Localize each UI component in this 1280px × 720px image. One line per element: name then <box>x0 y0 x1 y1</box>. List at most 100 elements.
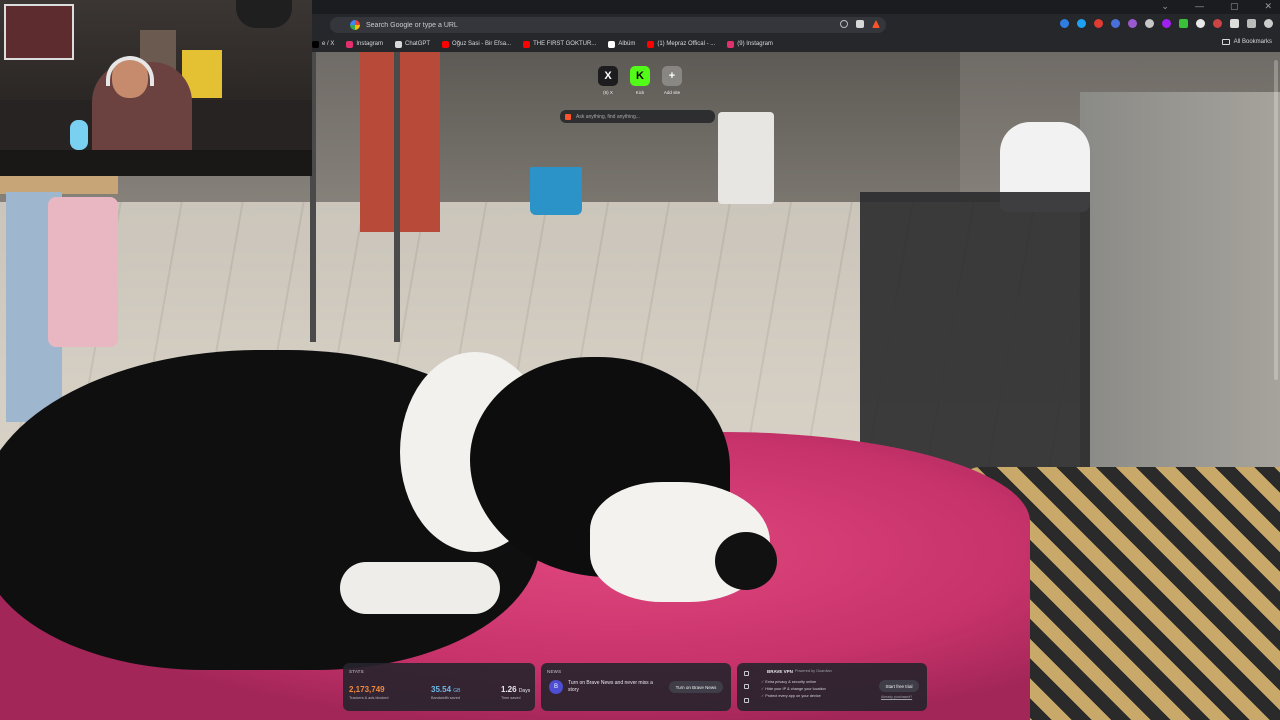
top-site-tile[interactable]: K Kick <box>630 66 650 95</box>
vpn-powered-by: Powered by Guardian <box>795 669 832 673</box>
bookmark-item[interactable]: Oğuz Sasi - Bir Efsa... <box>442 40 512 48</box>
puzzle-icon[interactable] <box>1196 19 1205 28</box>
news-card: NEWS B Turn on Brave News and never miss… <box>541 663 731 711</box>
bookmark-label: Albüm <box>618 41 636 47</box>
bandwidth-stat: 35.54 GB Bandwidth saved <box>431 685 461 700</box>
top-site-icon: X <box>598 66 618 86</box>
top-sites: X (6) X K Kick + Add site <box>598 66 682 95</box>
instagram-icon <box>346 40 354 48</box>
top-site-label: Kick <box>635 90 645 95</box>
tab-search-icon[interactable]: ⌄ <box>1161 1 1169 12</box>
bookmark-item[interactable]: ChatGPT <box>395 40 431 48</box>
bandwidth-number: 35.54 <box>431 685 452 694</box>
youtube-icon <box>442 40 450 48</box>
time-number: 1.26 <box>501 685 517 694</box>
ask-bar[interactable] <box>560 110 715 123</box>
brave-lion-icon <box>565 113 571 120</box>
bookmark-item[interactable]: (9) Instagram <box>727 40 773 48</box>
minimize-button[interactable]: — <box>1195 1 1204 12</box>
speaker-extension-icon[interactable] <box>1060 19 1069 28</box>
webcam-overlay <box>0 0 312 176</box>
location-icon[interactable] <box>743 671 749 677</box>
turn-on-news-button[interactable]: Turn on Brave News <box>669 681 723 693</box>
extension-icon[interactable] <box>1145 19 1154 28</box>
youtube-icon <box>647 40 655 48</box>
bookmark-item[interactable]: Instagram <box>346 40 383 48</box>
bandwidth-unit: GB <box>453 688 461 694</box>
brave-news-icon: B <box>549 680 563 694</box>
vpn-feature: Hide your IP & change your location <box>761 686 826 693</box>
news-title: NEWS <box>547 669 562 674</box>
vpn-card: BRAVE VPN Powered by Guardian Extra priv… <box>737 663 927 711</box>
news-promo-text: Turn on Brave News and never miss a stor… <box>568 680 653 693</box>
trackers-label: Trackers & ads blocked <box>349 696 389 700</box>
address-bar[interactable] <box>330 17 886 33</box>
album-icon <box>608 40 616 48</box>
bookmark-item[interactable]: (1) Mepraz Offical - ... <box>647 40 715 48</box>
youtube-icon <box>523 40 531 48</box>
time-stat: 1.26 Days Time saved <box>501 685 530 700</box>
time-label: Time saved <box>501 696 521 700</box>
start-free-trial-button[interactable]: Start free trial <box>879 680 919 692</box>
extension-icon[interactable] <box>1162 19 1171 28</box>
time-unit: Days <box>518 688 531 694</box>
bookmark-label: e / X <box>322 41 335 47</box>
extensions-bar <box>1060 19 1280 28</box>
vpn-feature: Protect every app on your device <box>761 693 826 700</box>
bookmark-item[interactable]: e / X <box>312 40 335 48</box>
maximize-button[interactable]: ▢ <box>1230 1 1239 12</box>
extension-icon[interactable] <box>1094 19 1103 28</box>
scrollbar[interactable] <box>1274 60 1278 380</box>
all-bookmarks-button[interactable]: All Bookmarks <box>1221 39 1272 45</box>
bookmark-label: ChatGPT <box>405 41 431 47</box>
x-icon <box>312 40 319 48</box>
stats-card: STATS 2,173,749 Trackers & ads blocked 3… <box>343 663 535 711</box>
bookmark-label: THE FIRST GOKTUR... <box>533 41 597 47</box>
top-site-label: Add site <box>663 90 681 95</box>
extension-icon[interactable] <box>1128 19 1137 28</box>
extension-icon[interactable] <box>1179 19 1188 28</box>
brave-rewards-icon[interactable] <box>872 20 880 28</box>
shield-icon[interactable] <box>743 684 749 690</box>
top-site-icon: K <box>630 66 650 86</box>
vpn-title: BRAVE VPN <box>767 669 793 674</box>
close-button[interactable]: ✕ <box>1264 1 1272 12</box>
bandwidth-value: 35.54 GB <box>431 685 461 694</box>
all-bookmarks-label: All Bookmarks <box>1233 39 1272 45</box>
leo-icon[interactable] <box>1264 19 1273 28</box>
chat-icon[interactable] <box>743 697 749 703</box>
already-purchased-link[interactable]: Already purchased? <box>881 695 912 699</box>
top-site-label: (6) X <box>603 90 613 95</box>
instagram-icon <box>727 40 735 48</box>
extension-icon[interactable] <box>1077 19 1086 28</box>
zoom-icon[interactable] <box>840 20 848 28</box>
bookmark-label: (9) Instagram <box>737 41 773 47</box>
extension-icon[interactable] <box>1213 19 1222 28</box>
browser-window: ⌄ — ▢ ✕ e / XInstagramChatGPTOğuz Sas <box>0 0 1280 720</box>
brave-shields-icon[interactable] <box>856 20 864 28</box>
folder-icon <box>1221 39 1230 45</box>
vpn-feature: Extra privacy & security online <box>761 679 826 686</box>
bookmark-item[interactable]: Albüm <box>608 40 636 48</box>
sidebar-icon[interactable] <box>1230 19 1239 28</box>
ask-input[interactable] <box>576 113 706 120</box>
vpn-feature-list: Extra privacy & security online Hide you… <box>761 679 826 700</box>
trackers-stat: 2,173,749 Trackers & ads blocked <box>349 685 389 700</box>
bandwidth-label: Bandwidth saved <box>431 696 460 700</box>
bookmark-label: Oğuz Sasi - Bir Efsa... <box>452 41 512 47</box>
bookmark-item[interactable]: THE FIRST GOKTUR... <box>523 40 597 48</box>
widget-cards: STATS 2,173,749 Trackers & ads blocked 3… <box>343 663 927 711</box>
top-site-icon: + <box>662 66 682 86</box>
bookmarks-bar: e / X Instagram ChatGPT Oğuz Sasi - Bir Efs… <box>310 36 1280 52</box>
google-icon <box>350 20 360 30</box>
chatgpt-icon <box>395 40 403 48</box>
stats-title: STATS <box>349 669 364 674</box>
card-switcher <box>737 663 755 711</box>
top-site-tile[interactable]: + Add site <box>662 66 682 95</box>
top-site-tile[interactable]: X (6) X <box>598 66 618 95</box>
time-value: 1.26 Days <box>501 685 530 694</box>
extension-icon[interactable] <box>1111 19 1120 28</box>
trackers-value: 2,173,749 <box>349 685 385 694</box>
wallet-icon[interactable] <box>1247 19 1256 28</box>
address-input[interactable] <box>366 21 806 29</box>
